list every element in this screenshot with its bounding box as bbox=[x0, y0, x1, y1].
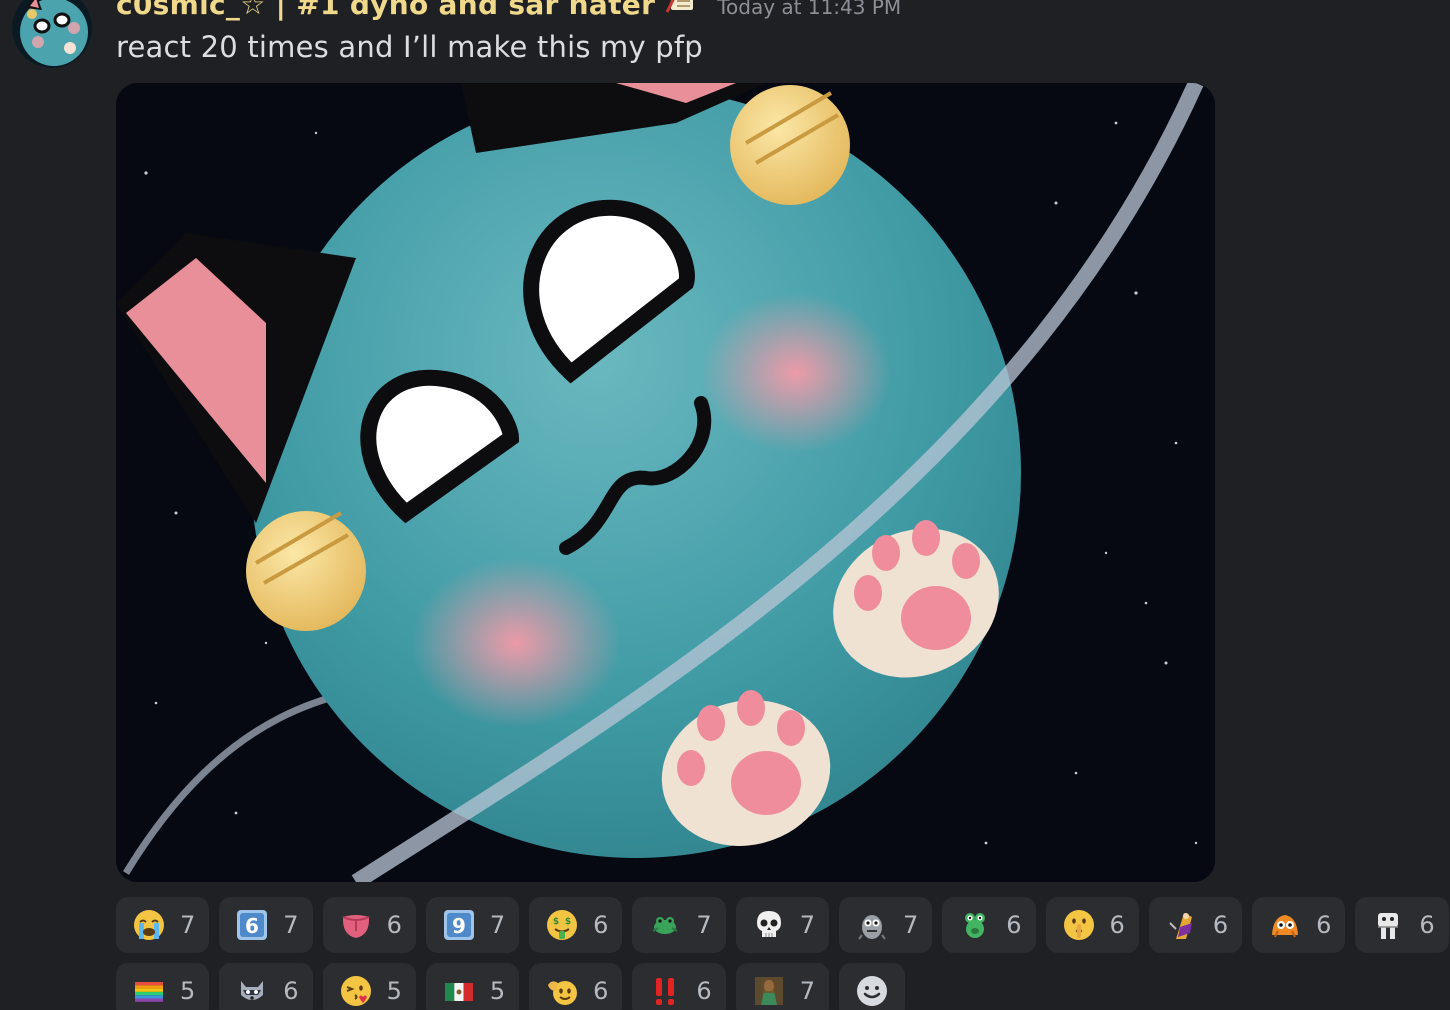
reaction-count: 7 bbox=[799, 911, 815, 939]
reaction-count: 7 bbox=[799, 977, 815, 1005]
reaction-clapping-face[interactable]: 6 bbox=[529, 963, 623, 1010]
mexico-flag-icon bbox=[442, 974, 476, 1008]
reaction-person-portrait[interactable]: 7 bbox=[735, 963, 829, 1010]
image-attachment[interactable] bbox=[116, 83, 1215, 882]
reaction-count: 7 bbox=[696, 911, 712, 939]
scroll-icon[interactable] bbox=[665, 0, 699, 14]
loudly-crying-face-icon bbox=[132, 908, 166, 942]
message-timestamp[interactable]: Today at 11:43 PM bbox=[717, 0, 901, 19]
reaction-count: 6 bbox=[1212, 911, 1229, 939]
green-frog-icon bbox=[958, 908, 992, 942]
white-creature-icon bbox=[1371, 908, 1405, 942]
reaction-count: 6 bbox=[1316, 911, 1332, 939]
reaction-count: 6 bbox=[696, 977, 712, 1005]
rainbow-flag-icon bbox=[132, 974, 166, 1008]
reaction-green-frog[interactable]: 6 bbox=[942, 897, 1036, 953]
reaction-count: 7 bbox=[902, 911, 919, 939]
reaction-keycap-6[interactable]: 6 7 bbox=[219, 897, 313, 953]
reaction-count: 6 bbox=[1419, 911, 1435, 939]
reaction-keycap-9[interactable]: 9 7 bbox=[425, 897, 520, 953]
reaction-count: 6 bbox=[593, 977, 609, 1005]
orange-creature-icon bbox=[1268, 908, 1302, 942]
reaction-shushing-face[interactable]: 6 bbox=[1045, 897, 1139, 953]
reaction-count: 6 bbox=[386, 911, 402, 939]
green-creature-icon bbox=[648, 908, 682, 942]
message-content: react 20 times and I’ll make this my pfp bbox=[116, 30, 703, 64]
add-reaction-button[interactable] bbox=[838, 963, 905, 1010]
grey-creature-icon bbox=[855, 908, 889, 942]
reaction-grey-creature[interactable]: 7 bbox=[838, 897, 933, 953]
reaction-skull[interactable]: 7 bbox=[735, 897, 829, 953]
reaction-raccoon-face[interactable]: 6 bbox=[219, 963, 313, 1010]
reaction-dancing-figure[interactable]: 6 bbox=[1148, 897, 1243, 953]
reaction-double-exclamation[interactable]: 6 bbox=[632, 963, 726, 1010]
tongue-icon bbox=[339, 908, 373, 942]
reaction-count: 6 bbox=[593, 911, 609, 939]
person-portrait-icon bbox=[752, 974, 786, 1008]
reaction-white-creature[interactable]: 6 bbox=[1355, 897, 1449, 953]
reaction-count: 6 bbox=[1006, 911, 1022, 939]
reaction-count: 7 bbox=[489, 911, 506, 939]
user-avatar[interactable] bbox=[12, 0, 92, 68]
svg-text:$: $ bbox=[553, 917, 559, 927]
reaction-count: 5 bbox=[489, 977, 506, 1005]
reaction-money-mouth-face[interactable]: $ $ 6 bbox=[529, 897, 623, 953]
reaction-count: 5 bbox=[180, 977, 196, 1005]
svg-text:6: 6 bbox=[245, 914, 259, 938]
reaction-row-1: 7 6 7 6 9 7 $ $ 6 7 7 7 6 6 6 6 6 bbox=[116, 897, 1449, 953]
reaction-orange-creature[interactable]: 6 bbox=[1252, 897, 1346, 953]
message-header: c0smic_☆ | #1 dyno and sar hater Today a… bbox=[116, 0, 901, 26]
reaction-loudly-crying-face[interactable]: 7 bbox=[116, 897, 210, 953]
reaction-count: 7 bbox=[283, 911, 299, 939]
keycap-6-icon: 6 bbox=[235, 908, 269, 942]
face-blowing-kiss-icon bbox=[339, 974, 373, 1008]
reaction-tongue[interactable]: 6 bbox=[322, 897, 416, 953]
reaction-mexico-flag[interactable]: 5 bbox=[425, 963, 520, 1010]
reaction-green-creature[interactable]: 7 bbox=[632, 897, 726, 953]
skull-icon bbox=[752, 908, 786, 942]
svg-text:9: 9 bbox=[452, 914, 466, 938]
clapping-face-icon bbox=[545, 974, 579, 1008]
raccoon-face-icon bbox=[235, 974, 269, 1008]
reaction-face-blowing-kiss[interactable]: 5 bbox=[322, 963, 416, 1010]
keycap-9-icon: 9 bbox=[442, 908, 476, 942]
reaction-count: 6 bbox=[1109, 911, 1125, 939]
reaction-rainbow-flag[interactable]: 5 bbox=[116, 963, 210, 1010]
svg-text:$: $ bbox=[565, 917, 571, 927]
chat-message: c0smic_☆ | #1 dyno and sar hater Today a… bbox=[0, 0, 1450, 1010]
reaction-row-2: 5 6 5 5 6 6 7 bbox=[116, 963, 905, 1010]
username[interactable]: c0smic_☆ | #1 dyno and sar hater bbox=[116, 0, 655, 21]
double-exclamation-icon bbox=[648, 974, 682, 1008]
reaction-count: 5 bbox=[386, 977, 402, 1005]
shushing-face-icon bbox=[1062, 908, 1096, 942]
dancing-figure-icon bbox=[1165, 908, 1199, 942]
money-mouth-face-icon: $ $ bbox=[545, 908, 579, 942]
cat-planet-image bbox=[116, 83, 1215, 882]
add-reaction-smiley-icon bbox=[855, 974, 889, 1008]
reaction-count: 6 bbox=[283, 977, 299, 1005]
reaction-count: 7 bbox=[180, 911, 196, 939]
